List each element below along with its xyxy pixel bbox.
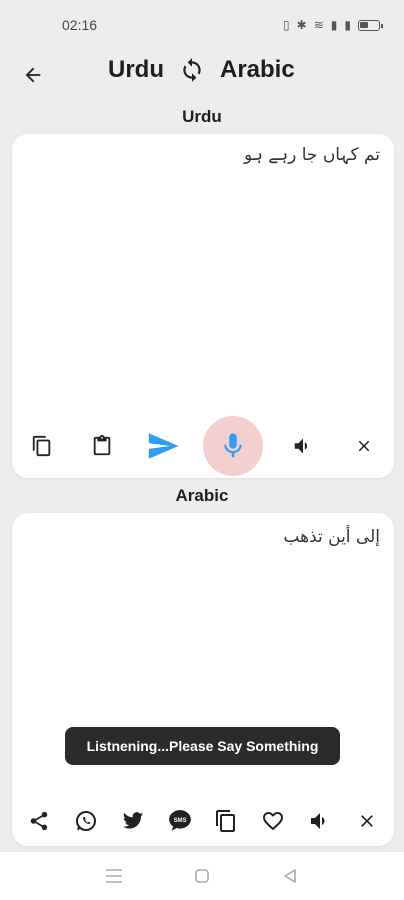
swap-icon <box>183 58 201 82</box>
sms-button[interactable]: SMS <box>160 801 200 841</box>
paste-button[interactable] <box>82 426 122 466</box>
back-button[interactable] <box>18 60 48 90</box>
status-bar: 02:16 ▯ ✱ ≋ ▮ ▮ <box>0 0 404 50</box>
back-nav-button[interactable] <box>272 858 308 894</box>
source-toolbar <box>12 416 394 476</box>
speak-translation-button[interactable] <box>300 801 340 841</box>
speaker-icon <box>295 438 308 454</box>
vibrate-icon: ▯ <box>283 18 290 32</box>
status-time: 02:16 <box>62 17 98 33</box>
signal-icon: ▮ <box>330 18 338 32</box>
wifi-icon: ≋ <box>313 18 324 32</box>
share-button[interactable] <box>19 801 59 841</box>
clear-translation-button[interactable] <box>347 801 387 841</box>
sms-icon: SMS <box>168 810 191 831</box>
copy-translation-button[interactable] <box>206 801 246 841</box>
status-icons: ▯ ✱ ≋ ▮ ▮ <box>283 18 383 32</box>
close-icon <box>360 815 373 827</box>
target-language-label: Arabic <box>175 486 229 505</box>
share-icon <box>31 811 48 831</box>
whatsapp-button[interactable] <box>66 801 106 841</box>
clear-button[interactable] <box>344 426 384 466</box>
svg-text:SMS: SMS <box>173 818 186 824</box>
translated-text: إلى أين تذهب <box>283 527 380 547</box>
triangle-back-icon <box>284 869 296 883</box>
mic-icon <box>224 433 242 458</box>
favorite-button[interactable] <box>253 801 293 841</box>
copy-icon <box>216 810 236 832</box>
swap-languages-button[interactable] <box>178 56 206 84</box>
send-icon <box>148 433 179 459</box>
speak-button[interactable] <box>283 426 323 466</box>
copy-button[interactable] <box>22 426 62 466</box>
source-language-title[interactable]: Urdu <box>108 56 164 84</box>
target-card: إلى أين تذهب SMS <box>12 513 394 846</box>
language-selector: Urdu Arabic <box>108 56 295 84</box>
source-card: تم کہاں جا رہے ہو <box>12 134 394 478</box>
bluetooth-icon: ✱ <box>296 18 307 32</box>
back-arrow-icon <box>25 67 41 83</box>
close-icon <box>358 440 370 452</box>
twitter-button[interactable] <box>113 801 153 841</box>
home-icon <box>195 869 209 883</box>
battery-icon <box>358 19 383 31</box>
source-text-input[interactable]: تم کہاں جا رہے ہو <box>244 144 380 165</box>
signal-icon-2: ▮ <box>344 18 351 32</box>
whatsapp-icon <box>76 811 97 831</box>
system-nav-bar <box>0 852 404 900</box>
target-language-title[interactable]: Arabic <box>220 56 295 84</box>
menu-nav-button[interactable] <box>96 858 132 894</box>
menu-icon <box>106 869 122 883</box>
source-language-label: Urdu <box>182 107 222 126</box>
translate-send-button[interactable] <box>143 426 183 466</box>
home-nav-button[interactable] <box>184 858 220 894</box>
app-header: Urdu Arabic <box>0 52 404 96</box>
mic-button[interactable] <box>203 416 264 476</box>
paste-icon <box>94 435 111 456</box>
listening-toast: Listnening...Please Say Something <box>65 727 340 765</box>
speaker-icon <box>310 813 325 829</box>
target-toolbar: SMS <box>12 799 394 843</box>
copy-icon <box>32 435 51 457</box>
heart-icon <box>263 812 284 831</box>
twitter-icon <box>122 812 143 829</box>
